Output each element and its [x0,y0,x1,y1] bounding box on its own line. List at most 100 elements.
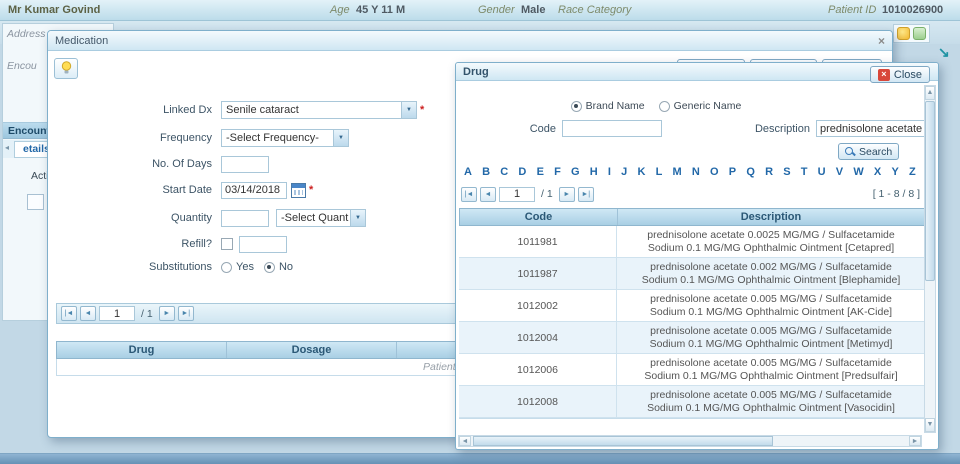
age-label: Age [330,4,350,16]
drug-table-row[interactable]: 1011987 prednisolone acetate 0.002 MG/MG … [459,258,925,290]
close-x-icon: × [877,68,890,81]
alphabet-link-u[interactable]: U [818,166,826,178]
drug-dialog-title: Drug [463,65,489,78]
substitutions-yes-radio[interactable] [221,261,232,273]
alphabet-link-n[interactable]: N [692,166,700,178]
banner-toolbar [893,24,930,43]
scroll-up-icon[interactable]: ▲ [925,86,935,100]
alphabet-link-d[interactable]: D [518,166,526,178]
quantity-label: Quantity [171,212,212,224]
first-page-button[interactable]: |◄ [461,186,477,202]
alphabet-link-b[interactable]: B [482,166,490,178]
generic-name-option[interactable]: Generic Name [658,100,742,112]
alphabet-link-p[interactable]: P [729,166,736,178]
alphabet-link-c[interactable]: C [500,166,508,178]
alphabet-link-g[interactable]: G [571,166,580,178]
quantity-row: Quantity -Select Quant ▼ [54,209,366,227]
horizontal-scroll-thumb[interactable] [473,436,773,446]
quantity-input[interactable] [221,209,269,227]
race-category-label: Race Category [558,4,632,16]
alphabet-link-e[interactable]: E [537,166,544,178]
description-input[interactable] [816,120,926,137]
drug-table-row[interactable]: 1011981 prednisolone acetate 0.0025 MG/MG… [459,226,925,258]
ehr-screen: Mr Kumar Govind Age 45 Y 11 M Gender Mal… [0,0,960,464]
start-date-input[interactable] [221,181,287,199]
patient-banner: Mr Kumar Govind Age 45 Y 11 M Gender Mal… [0,0,960,21]
hint-bulb-button[interactable] [54,57,78,79]
alphabet-link-s[interactable]: S [783,166,790,178]
dosage-column-header[interactable]: Dosage [227,342,397,358]
bulb-icon[interactable] [897,27,910,40]
tab-scroll-left-icon[interactable]: ◂ [5,143,9,152]
last-page-button[interactable]: ►| [177,306,194,321]
frequency-select[interactable]: -Select Frequency- ▼ [221,129,349,147]
next-page-button[interactable]: ► [158,306,175,321]
quantity-unit-select[interactable]: -Select Quant ▼ [276,209,366,227]
alphabet-link-t[interactable]: T [801,166,808,178]
bottom-bar [0,453,960,464]
drug-dialog: Drug × Close Brand Name Generic Name Cod… [455,62,939,450]
alphabet-link-h[interactable]: H [590,166,598,178]
drug-table-row[interactable]: 1012006 prednisolone acetate 0.005 MG/MG … [459,354,925,386]
age-value: 45 Y 11 M [356,4,406,16]
medication-close-x-icon[interactable]: × [878,35,885,47]
prev-page-button[interactable]: ◄ [480,186,496,202]
scroll-right-icon[interactable]: ► [909,436,921,446]
drug-table-row[interactable]: 1012008 prednisolone acetate 0.005 MG/MG … [459,386,925,418]
alphabet-link-f[interactable]: F [554,166,561,178]
code-input[interactable] [562,120,662,137]
alphabet-link-y[interactable]: Y [891,166,898,178]
brand-name-option[interactable]: Brand Name [570,100,645,112]
drug-table-row[interactable]: 1012002 prednisolone acetate 0.005 MG/MG … [459,290,925,322]
alphabet-link-z[interactable]: Z [909,166,916,178]
drug-description-cell: prednisolone acetate 0.002 MG/MG / Sulfa… [641,260,901,286]
search-icon [845,146,855,157]
refill-checkbox[interactable] [221,238,233,250]
alphabet-link-q[interactable]: Q [746,166,755,178]
linked-dx-label: Linked Dx [163,104,212,116]
refill-input[interactable] [239,235,287,253]
alphabet-link-a[interactable]: A [464,166,472,178]
search-button[interactable]: Search [838,143,900,160]
first-page-button[interactable]: |◄ [61,306,77,321]
generic-name-label: Generic Name [673,100,742,112]
diagonal-arrow-icon[interactable]: ↘ [938,44,950,61]
next-page-button[interactable]: ► [558,186,575,202]
leaf-icon[interactable] [913,27,926,40]
drug-close-button[interactable]: × Close [869,66,930,83]
gender-value: Male [521,4,546,16]
alphabet-link-l[interactable]: L [656,166,663,178]
alphabet-link-r[interactable]: R [765,166,773,178]
alphabet-link-j[interactable]: J [621,166,627,178]
last-page-button[interactable]: ►| [577,186,594,202]
alphabet-link-k[interactable]: K [637,166,645,178]
code-column-header[interactable]: Code [460,209,618,225]
prev-page-button[interactable]: ◄ [80,306,96,321]
page-total: / 1 [541,188,553,200]
start-date-label: Start Date [162,184,212,196]
frequency-value: -Select Frequency- [226,132,319,144]
horizontal-scrollbar: ◄ ► [458,435,922,447]
alphabet-link-v[interactable]: V [836,166,843,178]
yes-label: Yes [236,261,254,273]
page-input[interactable] [99,306,135,321]
alphabet-link-i[interactable]: I [608,166,611,178]
alphabet-link-m[interactable]: M [673,166,682,178]
drug-column-header[interactable]: Drug [57,342,227,358]
alphabet-link-x[interactable]: X [874,166,881,178]
alphabet-link-w[interactable]: W [853,166,863,178]
scroll-down-icon[interactable]: ▼ [925,418,935,432]
description-column-header[interactable]: Description [618,209,924,225]
scroll-left-icon[interactable]: ◄ [459,436,471,446]
frequency-row: Frequency -Select Frequency- ▼ [54,129,349,147]
alphabet-link-o[interactable]: O [710,166,719,178]
calendar-icon[interactable] [291,182,306,198]
substitutions-no-radio[interactable] [263,261,275,273]
drug-description-cell: prednisolone acetate 0.005 MG/MG / Sulfa… [644,356,898,382]
days-input[interactable] [221,155,269,173]
drug-table-row[interactable]: 1012004 prednisolone acetate 0.005 MG/MG … [459,322,925,354]
linked-dx-select[interactable]: Senile cataract ▼ [221,101,417,119]
days-label: No. Of Days [152,158,212,170]
page-input[interactable] [499,186,535,202]
vertical-scroll-thumb[interactable] [925,101,935,281]
